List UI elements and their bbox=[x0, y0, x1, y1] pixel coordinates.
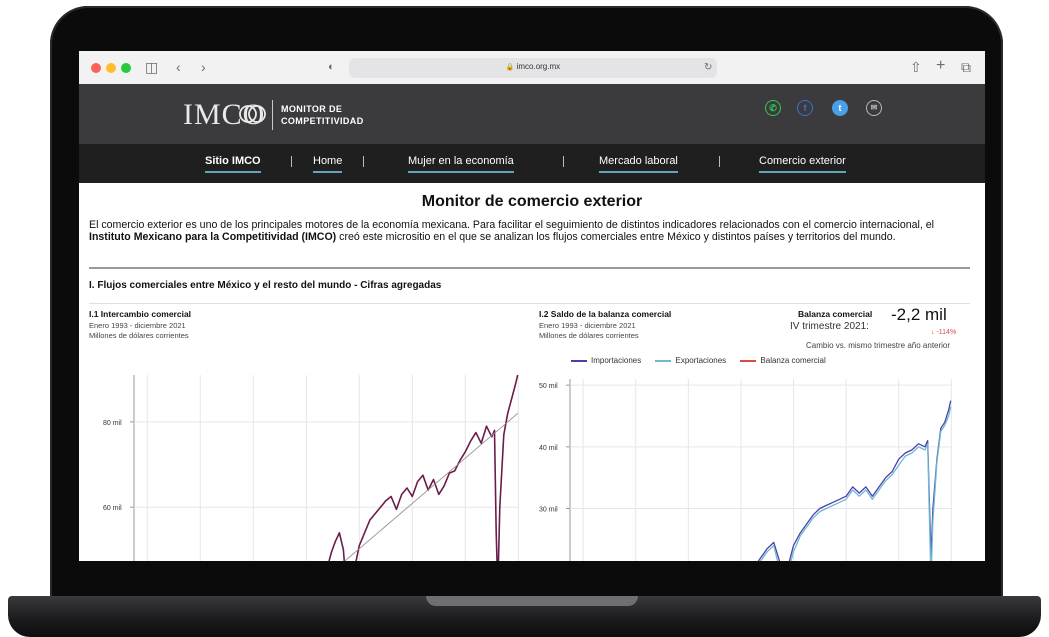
nav-item-home[interactable]: Home bbox=[313, 155, 343, 173]
legend-swatch-exportaciones bbox=[655, 359, 672, 362]
series-line-intercambio[interactable] bbox=[320, 374, 519, 561]
chart1-title: I.1 Intercambio comercial bbox=[89, 309, 192, 319]
chart2-balanza-comercial[interactable]: 20 mil30 mil40 mil50 mil bbox=[534, 373, 954, 561]
laptop-base bbox=[8, 596, 1041, 637]
logo-rings-icon bbox=[239, 105, 266, 123]
new-tab-icon[interactable]: + bbox=[936, 57, 945, 75]
lock-icon: 🔒 bbox=[505, 64, 515, 71]
nav-item-mercado-laboral[interactable]: Mercado laboral bbox=[599, 155, 678, 173]
kpi-period: IV trimestre 2021: bbox=[790, 321, 869, 332]
section-divider bbox=[89, 267, 970, 269]
zoom-window-button[interactable] bbox=[121, 63, 131, 73]
y-tick-label: 30 mil bbox=[539, 507, 558, 514]
shield-icon[interactable]: ◐ bbox=[328, 58, 335, 76]
whatsapp-icon[interactable]: ✆ bbox=[765, 100, 781, 116]
main-nav: Sitio IMCO Home Mujer en la economía Mer… bbox=[79, 144, 985, 183]
chart1-units: Millones de dólares corrientes bbox=[89, 331, 189, 340]
legend-swatch-importaciones bbox=[571, 359, 587, 362]
kpi-label: Balanza comercial bbox=[798, 309, 873, 319]
main-content: Monitor de comercio exterior El comercio… bbox=[79, 183, 985, 561]
nav-item-comercio-exterior[interactable]: Comercio exterior bbox=[759, 155, 846, 173]
section-title: I. Flujos comerciales entre México y el … bbox=[89, 280, 442, 291]
logo-subtitle: MONITOR DE COMPETITIVIDAD bbox=[281, 103, 364, 127]
legend-item-exportaciones[interactable]: Exportaciones bbox=[655, 356, 726, 365]
kpi-change: ↓ -114% bbox=[931, 329, 956, 336]
chart1-intercambio-comercial[interactable]: 40 mil60 mil80 mil bbox=[89, 373, 521, 561]
kpi-note: Cambio vs. mismo trimestre año anterior bbox=[806, 341, 951, 350]
address-bar[interactable]: 🔒 imco.org.mx ↻ bbox=[349, 58, 717, 78]
logo-subtitle-line2: COMPETITIVIDAD bbox=[281, 116, 364, 126]
series-line-exportaciones[interactable] bbox=[734, 406, 952, 561]
chart2-units: Millones de dólares corrientes bbox=[539, 331, 639, 340]
nav-item-sitio-imco[interactable]: Sitio IMCO bbox=[205, 155, 261, 173]
legend-swatch-balanza bbox=[740, 359, 757, 362]
y-tick-label: 40 mil bbox=[539, 445, 558, 452]
browser-toolbar: ◫ ‹ › ◐ 🔒 imco.org.mx ↻ ⇧ + ⧉ bbox=[79, 51, 985, 85]
intro-paragraph: El comercio exterior es uno de los princ… bbox=[89, 219, 969, 243]
section-subdivider bbox=[89, 303, 970, 304]
browser-window: ◫ ‹ › ◐ 🔒 imco.org.mx ↻ ⇧ + ⧉ IMCO MONITO… bbox=[79, 51, 985, 561]
forward-icon[interactable]: › bbox=[201, 58, 206, 76]
nav-separator bbox=[563, 156, 564, 167]
chart2-title: I.2 Saldo de la balanza comercial bbox=[539, 309, 672, 319]
chart2-legend: Importaciones Exportaciones Balanza come… bbox=[571, 356, 838, 368]
laptop-notch bbox=[426, 596, 638, 606]
email-icon[interactable]: ✉ bbox=[866, 100, 882, 116]
legend-label-balanza: Balanza comercial bbox=[760, 356, 826, 365]
nav-separator bbox=[363, 156, 364, 167]
url-text: imco.org.mx bbox=[516, 62, 561, 71]
legend-label-exportaciones: Exportaciones bbox=[675, 356, 727, 365]
intro-text-bold: Instituto Mexicano para la Competitivida… bbox=[89, 230, 337, 243]
nav-separator bbox=[719, 156, 720, 167]
intro-text-1: El comercio exterior es uno de los princ… bbox=[89, 219, 934, 231]
intro-text-2: creó este micrositio en el que se analiz… bbox=[336, 230, 896, 243]
kpi-value: -2,2 mil bbox=[891, 305, 947, 324]
series-line-importaciones[interactable] bbox=[734, 400, 952, 561]
tabs-icon[interactable]: ⧉ bbox=[961, 58, 971, 76]
nav-item-mujer-en-la-economia[interactable]: Mujer en la economía bbox=[408, 155, 514, 173]
facebook-icon[interactable]: f bbox=[797, 100, 813, 116]
close-window-button[interactable] bbox=[91, 63, 101, 73]
y-tick-label: 80 mil bbox=[103, 420, 122, 427]
page-title: Monitor de comercio exterior bbox=[421, 193, 643, 210]
y-tick-label: 50 mil bbox=[539, 383, 558, 390]
chart1-period: Enero 1993 - diciembre 2021 bbox=[89, 321, 186, 330]
y-tick-label: 60 mil bbox=[103, 505, 122, 512]
back-icon[interactable]: ‹ bbox=[176, 58, 181, 76]
twitter-icon[interactable]: t bbox=[832, 100, 848, 116]
nav-separator bbox=[291, 156, 292, 167]
minimize-window-button[interactable] bbox=[106, 63, 116, 73]
legend-label-importaciones: Importaciones bbox=[591, 356, 642, 365]
site-header: IMCO MONITOR DE COMPETITIVIDAD ✆ f t ✉ bbox=[79, 84, 985, 144]
logo-divider bbox=[272, 100, 273, 130]
chart2-period: Enero 1993 - diciembre 2021 bbox=[539, 321, 636, 330]
legend-item-balanza[interactable]: Balanza comercial bbox=[740, 356, 826, 365]
sidebar-icon[interactable]: ◫ bbox=[145, 58, 158, 76]
kpi-change-value: -114% bbox=[936, 329, 957, 336]
share-icon[interactable]: ⇧ bbox=[910, 58, 922, 76]
legend-item-importaciones[interactable]: Importaciones bbox=[571, 356, 641, 365]
reload-icon[interactable]: ↻ bbox=[704, 59, 712, 77]
down-arrow-icon: ↓ bbox=[931, 329, 935, 336]
logo-subtitle-line1: MONITOR DE bbox=[281, 104, 343, 114]
